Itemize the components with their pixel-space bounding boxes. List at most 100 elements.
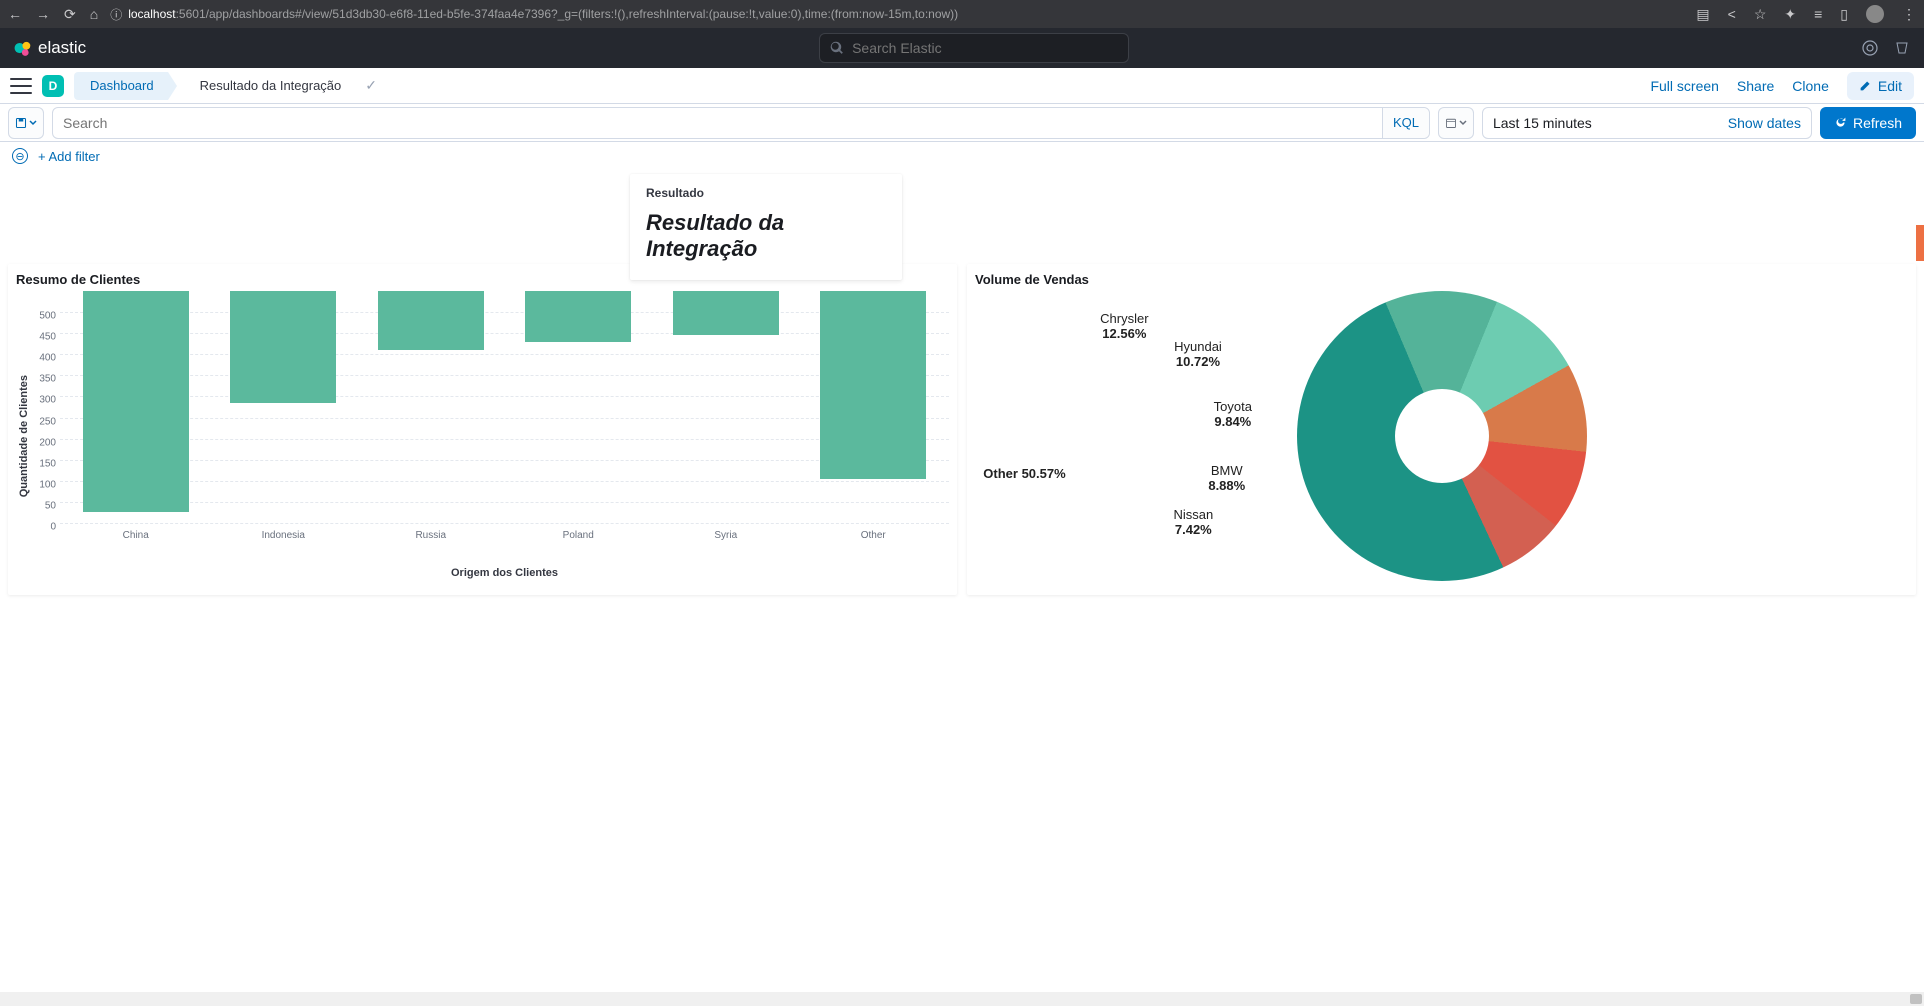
bar-column[interactable]: Russia [357,291,505,523]
share-button[interactable]: Share [1737,78,1774,94]
query-input-wrap: KQL [52,107,1430,139]
kibana-top-right [1862,40,1910,56]
elastic-logo-text: elastic [38,38,86,58]
extensions-icon[interactable]: ✦ [1784,6,1796,23]
saved-query-button[interactable] [8,107,44,139]
donut-slice-label: Toyota9.84% [1188,400,1278,430]
nav-menu-icon[interactable] [10,78,32,94]
refresh-button-label: Refresh [1853,115,1902,131]
bar-y-tick: 150 [39,458,56,469]
bar-category-label: Syria [714,530,737,541]
browser-nav: ← → ⟳ ⌂ [8,6,98,23]
browser-url-bar[interactable]: ⓘ localhost:5601/app/dashboards#/view/51… [110,6,1684,23]
bar-y-tick: 450 [39,332,56,343]
browser-menu-icon[interactable]: ⋮ [1902,6,1916,23]
info-icon: ⓘ [110,6,122,23]
global-search-input[interactable] [852,40,1118,56]
bar-y-tick: 350 [39,374,56,385]
bar-column[interactable]: Other [800,291,948,523]
pie-chart-title: Volume de Vendas [975,272,1908,287]
filter-options-icon[interactable]: ⊖ [12,148,28,164]
bar-y-tick: 400 [39,353,56,364]
home-icon[interactable]: ⌂ [90,6,98,22]
star-icon[interactable]: ☆ [1754,6,1767,23]
search-icon [830,41,844,55]
playlist-icon[interactable]: ≡ [1814,6,1822,22]
donut-slice-label: Chrysler12.56% [1079,312,1169,342]
space-badge[interactable]: D [42,75,64,97]
bar-column[interactable]: Syria [652,291,800,523]
kql-toggle[interactable]: KQL [1382,108,1429,138]
panels-row: Resumo de Clientes Quantidade de Cliente… [8,172,1916,595]
time-picker[interactable]: Last 15 minutes Show dates [1482,107,1812,139]
url-host: localhost [128,7,175,21]
bar-y-tick: 300 [39,395,56,406]
help-icon[interactable] [1862,40,1878,56]
elastic-logo-icon [14,39,32,57]
donut-slice-label: BMW8.88% [1182,464,1272,494]
share-browser-icon[interactable]: < [1728,6,1736,22]
donut-slice-label: Nissan7.42% [1148,508,1238,538]
kibana-top-bar: elastic [0,28,1924,68]
bar-category-label: Russia [415,530,446,541]
bar-category-label: Other [861,530,886,541]
bar-y-tick: 200 [39,437,56,448]
browser-chrome: ← → ⟳ ⌂ ⓘ localhost:5601/app/dashboards#… [0,0,1924,28]
fullscreen-button[interactable]: Full screen [1650,78,1718,94]
bar-y-axis-label: Quantidade de Clientes [16,375,32,497]
donut [1297,291,1587,581]
translate-icon[interactable]: ▤ [1696,6,1709,23]
bar-column[interactable]: Poland [505,291,653,523]
url-path: :5601/app/dashboards#/view/51d3db30-e6f8… [176,7,959,21]
breadcrumb-current: Resultado da Integração [178,72,356,100]
dashboard-body: Resultado Resultado da Integração Resumo… [0,172,1924,603]
back-icon[interactable]: ← [8,6,22,22]
panel-icon[interactable]: ▯ [1840,6,1848,23]
donut-slice-label: Other 50.57% [979,467,1069,482]
query-bar: KQL Last 15 minutes Show dates Refresh [0,104,1924,142]
scrollbar[interactable] [0,992,1924,1006]
bar-chart-panel: Resumo de Clientes Quantidade de Cliente… [8,264,957,595]
bar-y-tick: 250 [39,416,56,427]
global-search[interactable] [819,33,1129,63]
profile-avatar[interactable] [1866,5,1884,23]
pencil-icon [1859,79,1872,92]
query-input[interactable] [53,115,1382,131]
bar-bars: ChinaIndonesiaRussiaPolandSyriaOther [60,291,949,523]
dashboard-actions: Full screen Share Clone Edit [1650,72,1914,100]
bar-rect [525,291,631,342]
breadcrumb-dashboard[interactable]: Dashboard [74,72,168,100]
edit-button[interactable]: Edit [1847,72,1914,100]
bar-chart: Quantidade de Clientes 05010015020025030… [16,291,949,581]
donut-slice-label: Hyundai10.72% [1153,340,1243,370]
add-filter-button[interactable]: + Add filter [38,149,100,164]
disk-icon [15,117,27,129]
breadcrumb-bar: D Dashboard Resultado da Integração ✓ Fu… [0,68,1924,104]
edit-button-label: Edit [1878,78,1902,94]
bar-y-ticks: 050100150200250300350400450500 [32,295,60,527]
bar-category-label: Poland [563,530,594,541]
calendar-icon [1445,117,1457,129]
title-panel-text: Resultado da Integração [646,210,886,262]
bar-y-tick: 50 [45,500,56,511]
newsfeed-icon[interactable] [1894,40,1910,56]
pie-chart: Other 50.57% Chrysler12.56%Hyundai10.72% T… [975,291,1908,581]
bar-column[interactable]: China [62,291,210,523]
clone-button[interactable]: Clone [1792,78,1829,94]
forward-icon[interactable]: → [36,6,50,22]
date-quick-button[interactable] [1438,107,1474,139]
bar-column[interactable]: Indonesia [210,291,358,523]
refresh-icon [1834,116,1847,129]
check-icon: ✓ [365,77,377,94]
bar-y-tick: 500 [39,311,56,322]
refresh-button[interactable]: Refresh [1820,107,1916,139]
donut-hole [1395,389,1489,483]
bar-rect [230,291,336,403]
filter-bar: ⊖ + Add filter [0,142,1924,172]
reload-icon[interactable]: ⟳ [64,6,76,23]
elastic-logo[interactable]: elastic [14,38,86,58]
bar-rect [673,291,779,335]
show-dates-link[interactable]: Show dates [1728,115,1801,131]
bar-category-label: China [123,530,149,541]
scroll-indicator [1916,225,1924,261]
